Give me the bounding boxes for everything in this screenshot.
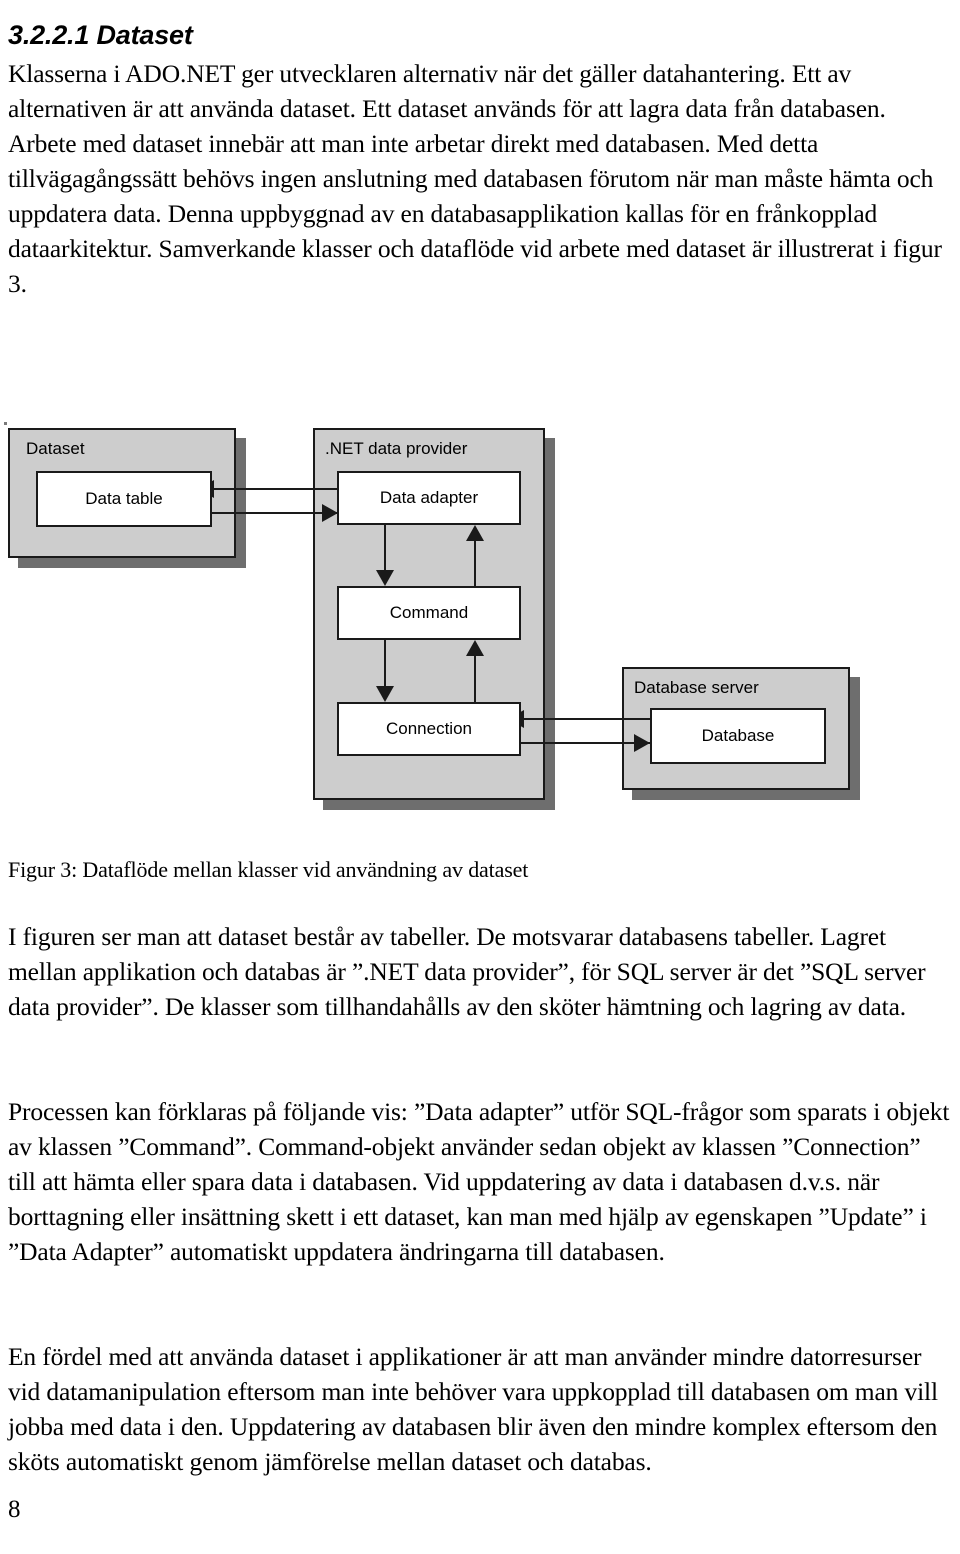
paragraph-intro: Klasserna i ADO.NET ger utvecklaren alte… [8,58,942,298]
figure-corner-mark [4,422,7,425]
provider-panel-label: .NET data provider [325,439,468,458]
node-connection: Connection [337,702,521,756]
connector-datatable-to-adapter-line [211,512,337,514]
node-data-adapter: Data adapter [337,471,521,525]
connector-adapter-to-datatable-line [211,488,337,490]
page-number: 8 [8,1496,21,1523]
figure-dataflow-diagram: Dataset .NET data provider Database serv… [0,415,960,815]
arrow-up-icon [466,525,484,541]
arrow-right-icon [634,734,650,752]
arrow-down-icon [376,570,394,586]
node-data-table: Data table [36,471,212,527]
document-page: 3.2.2.1 Dataset Klasserna i ADO.NET ger … [0,0,960,1554]
dataset-panel-label: Dataset [26,439,85,458]
connector-command-to-adapter-line [474,541,476,586]
connector-adapter-to-command-line [384,525,386,575]
arrow-up-icon [466,640,484,656]
connector-connection-to-command-line [474,656,476,702]
figure-caption: Figur 3: Dataflöde mellan klasser vid an… [8,857,529,882]
node-command: Command [337,586,521,640]
paragraph-benefit: En fördel med att använda dataset i appl… [8,1341,938,1476]
connector-connection-to-database-line [521,742,650,744]
connector-command-to-connection-line [384,640,386,690]
paragraph-process: Processen kan förklaras på följande vis:… [8,1096,950,1266]
node-database: Database [650,708,826,764]
arrow-right-icon [322,504,338,522]
dbserver-panel-label: Database server [634,678,759,697]
paragraph-figure-explanation: I figuren ser man att dataset består av … [8,921,926,1021]
section-heading: 3.2.2.1 Dataset [8,20,193,51]
connector-database-to-connection-line [521,718,650,720]
arrow-down-icon [376,686,394,702]
